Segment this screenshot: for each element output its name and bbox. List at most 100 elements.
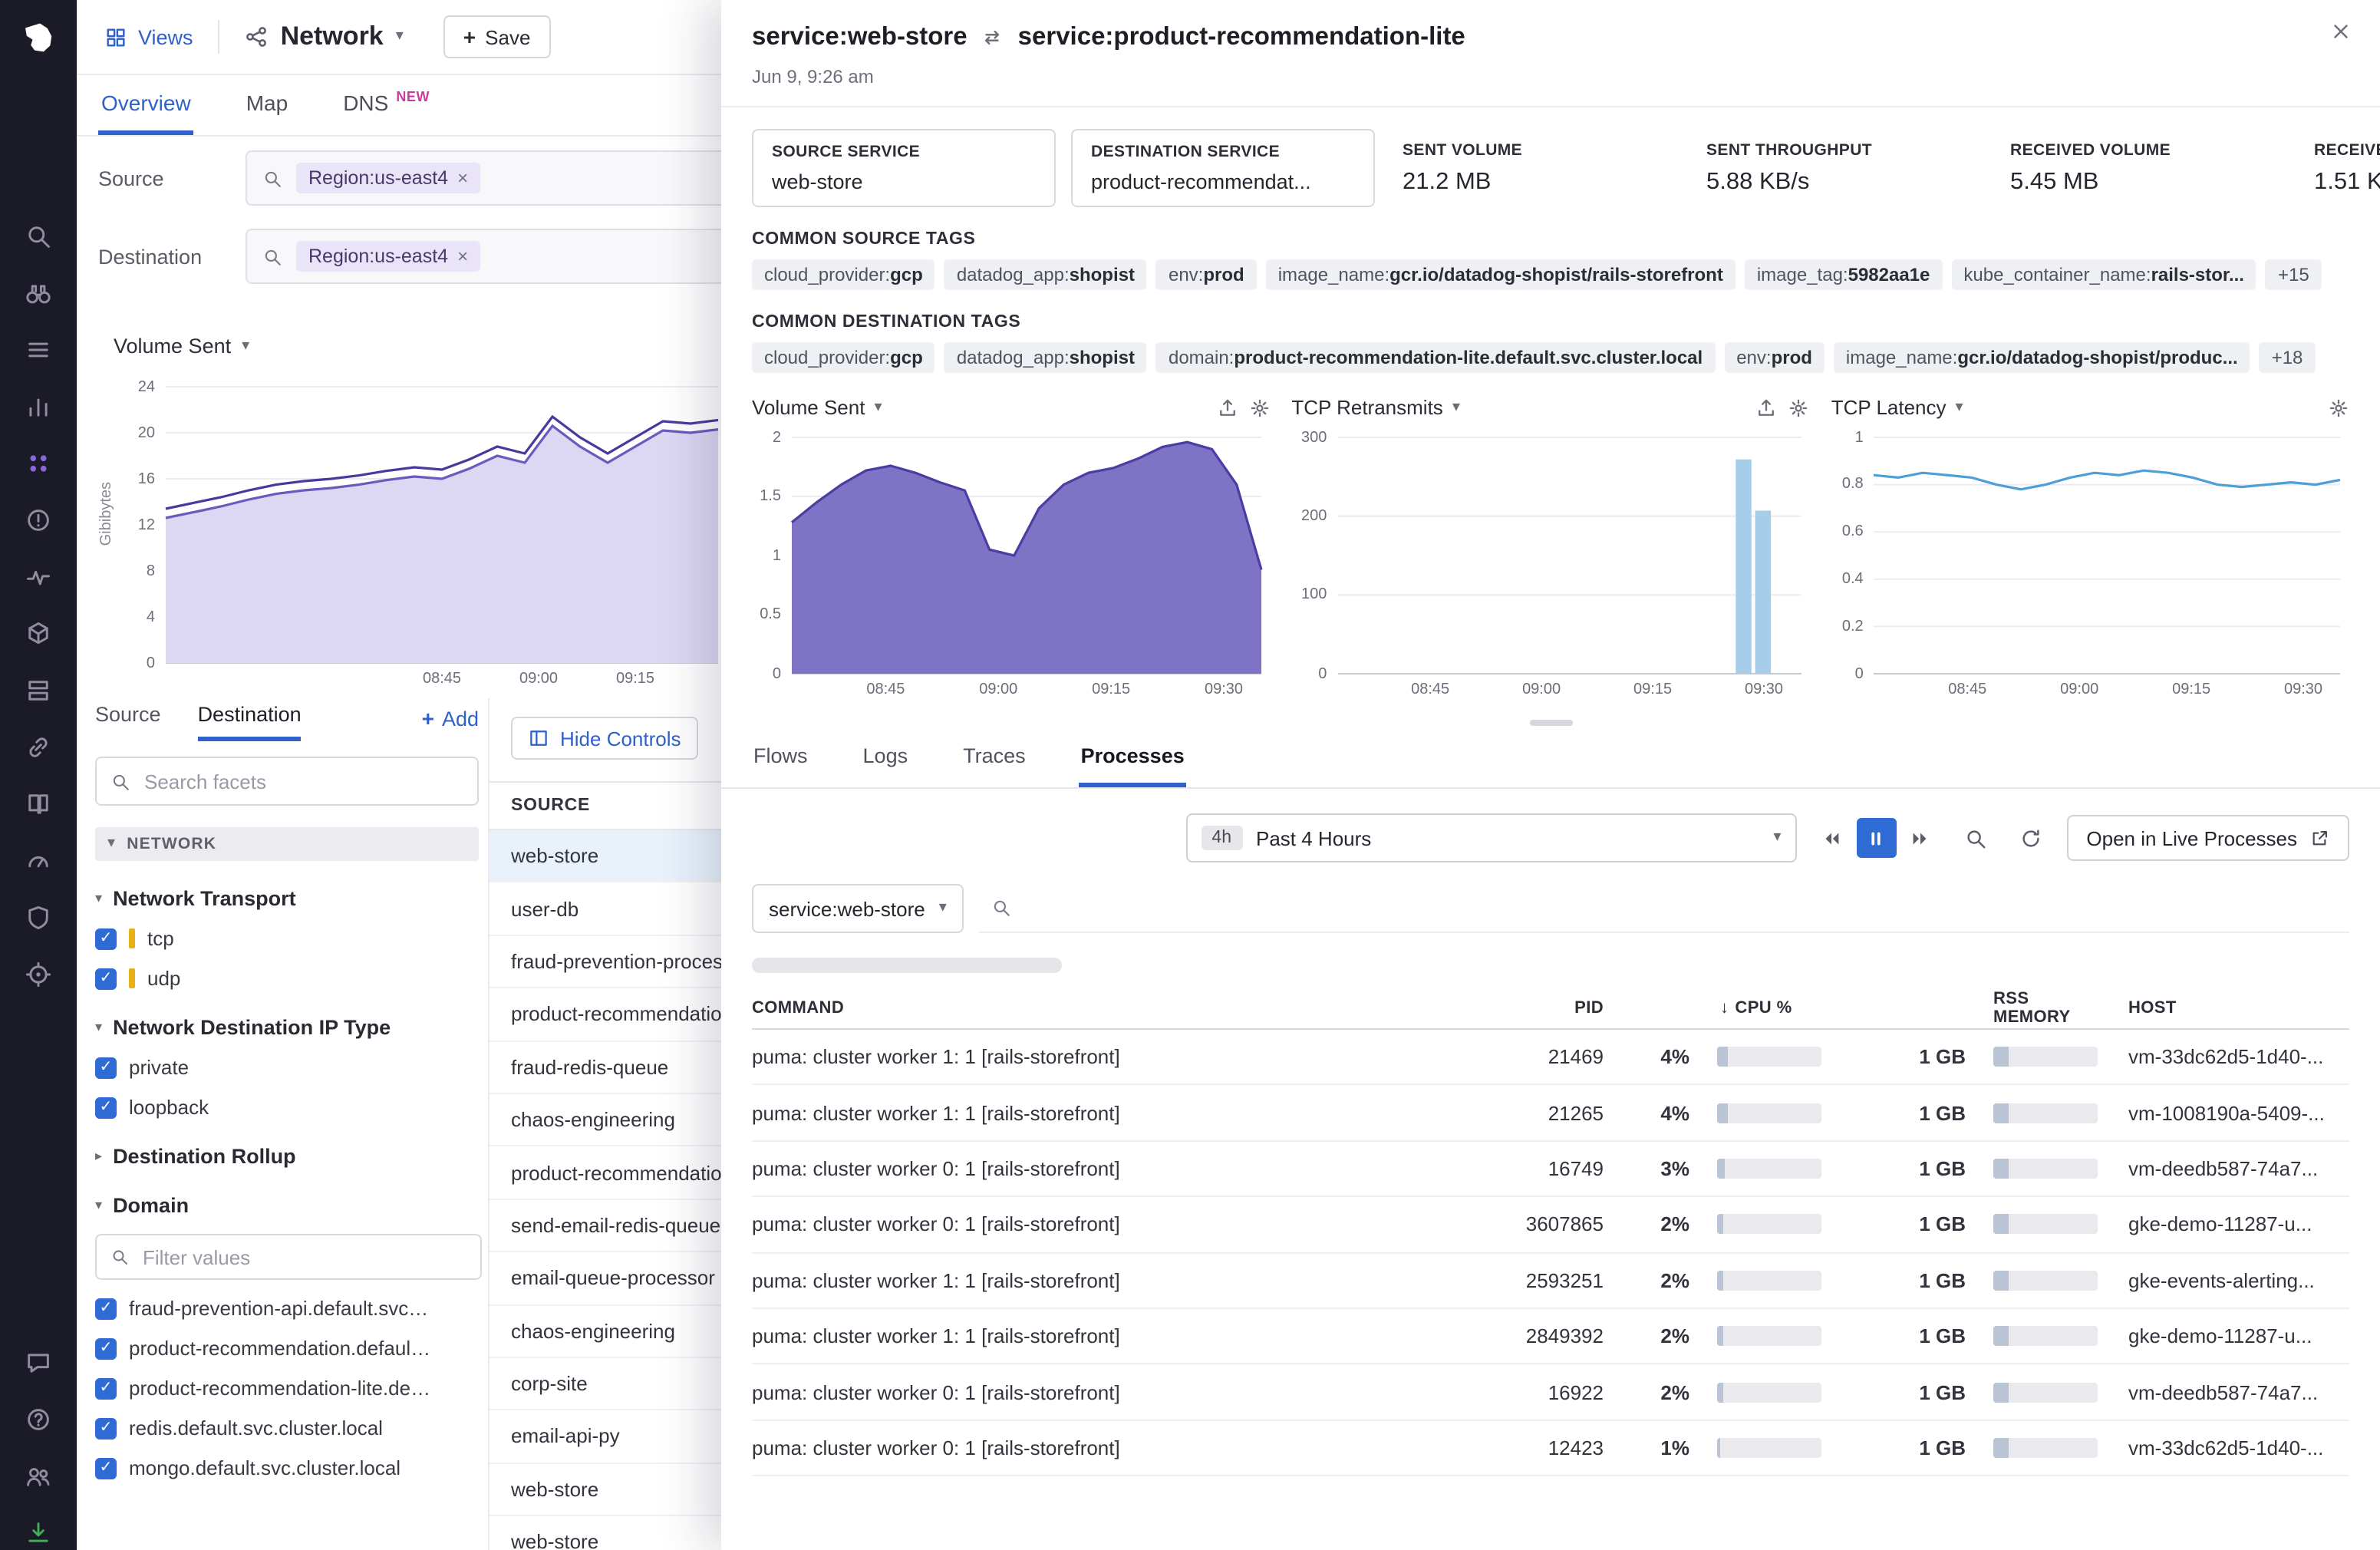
datadog-logo[interactable] [14, 14, 63, 63]
forward-button[interactable] [1900, 818, 1940, 858]
checkbox[interactable] [95, 968, 117, 989]
export-icon[interactable] [1756, 397, 1778, 418]
gear-icon[interactable] [1788, 397, 1810, 418]
time-range-select[interactable]: 4h Past 4 Hours ▾ [1185, 813, 1796, 862]
facet-item[interactable]: fraud-prevention-api.default.svc.cluster… [95, 1297, 479, 1320]
tag-pill[interactable]: datadog_app:shopist [944, 342, 1147, 373]
facet-section-rollup[interactable]: ▸ Destination Rollup [95, 1145, 479, 1168]
tag-pill[interactable]: env:prod [1156, 259, 1257, 290]
hide-controls-button[interactable]: Hide Controls [511, 717, 698, 760]
col-rss[interactable]: RSS MEMORY [1975, 990, 2107, 1027]
chart-metric-selector[interactable]: TCP Retransmits ▾ [1291, 396, 1460, 419]
checkbox[interactable] [95, 1417, 117, 1439]
checkbox[interactable] [95, 928, 117, 949]
export-icon[interactable] [1216, 397, 1238, 418]
nav-tab[interactable]: Map [243, 74, 291, 135]
service-card[interactable]: DESTINATION SERVICE product-recommendat.… [1071, 129, 1375, 207]
facet-item[interactable]: product-recommendation.default.svc.clust… [95, 1337, 479, 1360]
checkbox[interactable] [95, 1057, 117, 1078]
more-tags-pill[interactable]: +15 [2266, 259, 2322, 290]
table-row[interactable]: puma: cluster worker 0: 1 [rails-storefr… [752, 1142, 2349, 1198]
chat-icon[interactable] [25, 1349, 52, 1377]
metric-selector[interactable]: Volume Sent ▾ [114, 335, 249, 358]
facet-group-network[interactable]: ▾ NETWORK [95, 827, 479, 861]
open-live-processes-button[interactable]: Open in Live Processes [2066, 815, 2349, 861]
add-facet-button[interactable]: + Add [422, 706, 479, 741]
process-search-input[interactable] [1024, 895, 2337, 921]
zoom-button[interactable] [1956, 818, 1996, 858]
panel-tab[interactable]: Logs [862, 729, 910, 787]
settings-icon[interactable] [25, 961, 52, 988]
checkbox[interactable] [95, 1377, 117, 1399]
monitors-icon[interactable] [25, 506, 52, 534]
events-icon[interactable] [25, 336, 52, 364]
dashboards-icon[interactable] [25, 393, 52, 420]
tag-pill[interactable]: cloud_provider:gcp [752, 259, 935, 290]
tag-pill[interactable]: datadog_app:shopist [944, 259, 1147, 290]
facet-section-ip-type[interactable]: ▾ Network Destination IP Type [95, 1016, 479, 1039]
tag-pill[interactable]: kube_container_name:rails-stor... [1951, 259, 2256, 290]
network-nav-icon[interactable] [25, 734, 52, 761]
tag-pill[interactable]: domain:product-recommendation-lite.defau… [1156, 342, 1715, 373]
remove-tag-icon[interactable]: × [457, 246, 468, 267]
chart-metric-selector[interactable]: TCP Latency ▾ [1831, 396, 1963, 419]
chart-metric-selector[interactable]: Volume Sent ▾ [752, 396, 882, 419]
tag-pill[interactable]: env:prod [1724, 342, 1825, 373]
checkbox[interactable] [95, 1337, 117, 1359]
filter-tag[interactable]: Region:us-east4 × [296, 241, 480, 272]
help-icon[interactable] [25, 1406, 52, 1433]
rum-icon[interactable] [25, 847, 52, 875]
checkbox[interactable] [95, 1298, 117, 1319]
facet-item[interactable]: loopback [95, 1096, 479, 1119]
facet-item[interactable]: udp [95, 967, 479, 990]
synthetics-icon[interactable] [25, 563, 52, 591]
facet-item[interactable]: private [95, 1056, 479, 1079]
security-icon[interactable] [25, 904, 52, 932]
tag-pill[interactable]: image_tag:5982aa1e [1745, 259, 1943, 290]
col-command[interactable]: COMMAND [752, 999, 1456, 1017]
panel-tab[interactable]: Flows [752, 729, 809, 787]
facet-item[interactable]: tcp [95, 927, 479, 950]
save-button[interactable]: + Save [443, 15, 551, 58]
table-row[interactable]: puma: cluster worker 1: 1 [rails-storefr… [752, 1030, 2349, 1086]
remove-tag-icon[interactable]: × [457, 167, 468, 189]
processes-icon[interactable] [25, 677, 52, 704]
facet-tab[interactable]: Destination [198, 703, 302, 741]
filter-tag[interactable]: Region:us-east4 × [296, 163, 480, 193]
nav-tab[interactable]: Overview [98, 74, 194, 135]
pause-button[interactable] [1856, 818, 1896, 858]
tag-pill[interactable]: cloud_provider:gcp [752, 342, 935, 373]
facet-item[interactable]: product-recommendation-lite.default.svc.… [95, 1377, 479, 1400]
col-cpu[interactable]: ↓ CPU % [1699, 999, 1834, 1017]
service-filter-select[interactable]: service:web-store ▾ [752, 884, 964, 933]
table-row[interactable]: puma: cluster worker 1: 1 [rails-storefr… [752, 1086, 2349, 1142]
users-icon[interactable] [25, 1463, 52, 1490]
table-row[interactable]: puma: cluster worker 0: 1 [rails-storefr… [752, 1420, 2349, 1476]
facet-item[interactable]: mongo.default.svc.cluster.local [95, 1456, 479, 1479]
facet-item[interactable]: redis.default.svc.cluster.local [95, 1416, 479, 1440]
table-row[interactable]: puma: cluster worker 1: 1 [rails-storefr… [752, 1253, 2349, 1309]
views-button[interactable]: Views [104, 25, 193, 48]
facet-section-transport[interactable]: ▾ Network Transport [95, 887, 479, 910]
app-title[interactable]: Network ▾ [244, 21, 404, 52]
service-card[interactable]: SOURCE SERVICE web-store [752, 129, 1056, 207]
table-row[interactable]: puma: cluster worker 0: 1 [rails-storefr… [752, 1365, 2349, 1421]
facet-section-domain[interactable]: ▾ Domain [95, 1194, 479, 1217]
table-row[interactable]: puma: cluster worker 0: 1 [rails-storefr… [752, 1197, 2349, 1253]
service-map-icon[interactable] [25, 450, 52, 477]
table-row[interactable]: puma: cluster worker 1: 1 [rails-storefr… [752, 1309, 2349, 1365]
tag-pill[interactable]: image_name:gcr.io/datadog-shopist/produc… [1834, 342, 2250, 373]
more-tags-pill[interactable]: +18 [2260, 342, 2316, 373]
panel-tab[interactable]: Traces [961, 729, 1027, 787]
logs-icon[interactable] [25, 790, 52, 818]
watchdog-icon[interactable] [25, 279, 52, 307]
facet-tab[interactable]: Source [95, 703, 161, 741]
rewind-button[interactable] [1811, 818, 1851, 858]
download-icon[interactable] [25, 1519, 52, 1547]
close-icon[interactable] [2329, 20, 2352, 43]
resize-handle[interactable] [1529, 720, 1572, 726]
nav-tab[interactable]: DNS NEW [340, 74, 433, 135]
checkbox[interactable] [95, 1097, 117, 1118]
panel-tab[interactable]: Processes [1080, 729, 1186, 787]
infrastructure-icon[interactable] [25, 620, 52, 648]
